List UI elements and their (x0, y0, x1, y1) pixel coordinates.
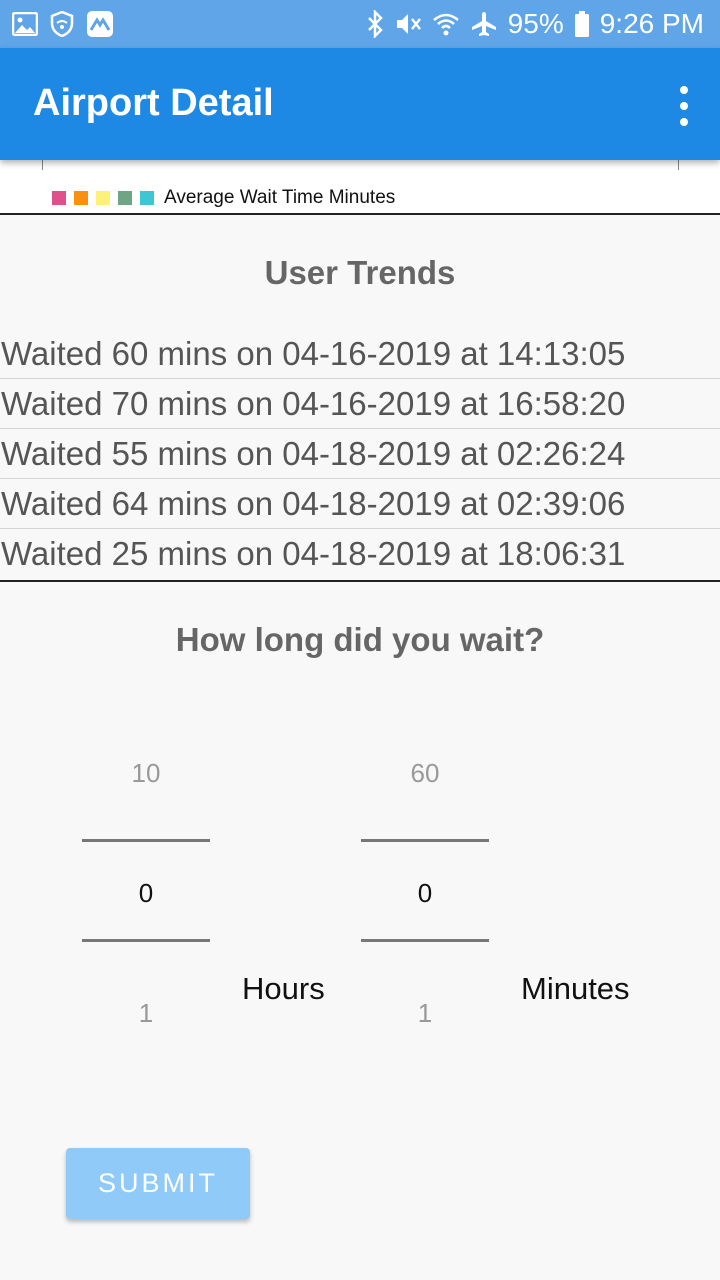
airplane-icon (470, 10, 498, 38)
list-item: Waited 64 mins on 04-18-2019 at 02:39:06 (0, 479, 720, 529)
mute-vibrate-icon (394, 11, 422, 37)
minutes-selected-value[interactable]: 0 (361, 878, 489, 909)
wifi-shield-icon (50, 11, 74, 37)
legend-swatch (140, 191, 154, 205)
page-title: Airport Detail (33, 82, 274, 124)
chart-axis-tick (42, 160, 43, 170)
picker-divider (82, 839, 210, 842)
minutes-next-value[interactable]: 1 (361, 998, 489, 1029)
status-bar: 95% 9:26 PM (0, 0, 720, 48)
minutes-label: Minutes (521, 971, 630, 1006)
list-item: Waited 55 mins on 04-18-2019 at 02:26:24 (0, 429, 720, 479)
user-trends-title: User Trends (264, 254, 456, 291)
battery-icon (574, 10, 590, 38)
hours-picker[interactable]: 10 0 1 (82, 750, 210, 1040)
wait-time-chart: Average Wait Time Minutes (0, 160, 720, 215)
picker-divider (82, 939, 210, 942)
wifi-icon (432, 12, 460, 36)
app-bar: Airport Detail (0, 48, 720, 160)
hours-selected-value[interactable]: 0 (82, 878, 210, 909)
legend-swatch (96, 191, 110, 205)
more-vertical-icon[interactable] (676, 86, 692, 126)
chart-legend: Average Wait Time Minutes (52, 187, 395, 209)
list-item: Waited 25 mins on 04-18-2019 at 18:06:31 (1, 535, 626, 572)
battery-percent: 95% (507, 8, 564, 39)
chart-axis-tick (678, 160, 679, 170)
minutes-picker[interactable]: 60 0 1 (361, 750, 489, 1040)
divider (0, 580, 720, 582)
app-icon (86, 10, 114, 38)
minutes-prev-value[interactable]: 60 (361, 758, 489, 789)
wait-form-title: How long did you wait? (175, 621, 545, 658)
clock: 9:26 PM (599, 8, 704, 39)
legend-label: Average Wait Time Minutes (164, 187, 396, 208)
list-item: Waited 70 mins on 04-16-2019 at 16:58:20 (0, 379, 720, 429)
hours-next-value[interactable]: 1 (82, 998, 210, 1029)
hours-prev-value[interactable]: 10 (82, 758, 210, 789)
picker-divider (361, 839, 489, 842)
user-trends-list: Waited 60 mins on 04-16-2019 at 14:13:05… (0, 329, 720, 579)
gallery-icon (12, 12, 38, 36)
legend-swatch (74, 191, 88, 205)
list-item: Waited 60 mins on 04-16-2019 at 14:13:05 (0, 329, 720, 379)
submit-button[interactable]: SUBMIT (66, 1148, 250, 1219)
legend-swatch (118, 191, 132, 205)
hours-label: Hours (242, 971, 325, 1006)
picker-divider (361, 939, 489, 942)
legend-swatch (52, 191, 66, 205)
bluetooth-icon (366, 10, 384, 38)
